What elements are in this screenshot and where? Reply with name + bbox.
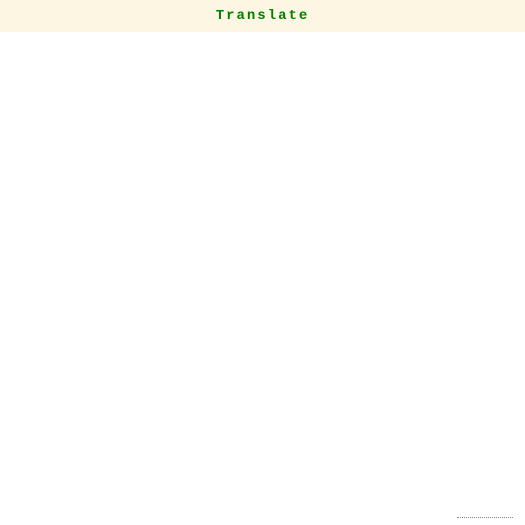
page-title: Translate (216, 8, 310, 24)
footer-divider (457, 517, 513, 525)
header-bar: Translate (0, 0, 525, 32)
